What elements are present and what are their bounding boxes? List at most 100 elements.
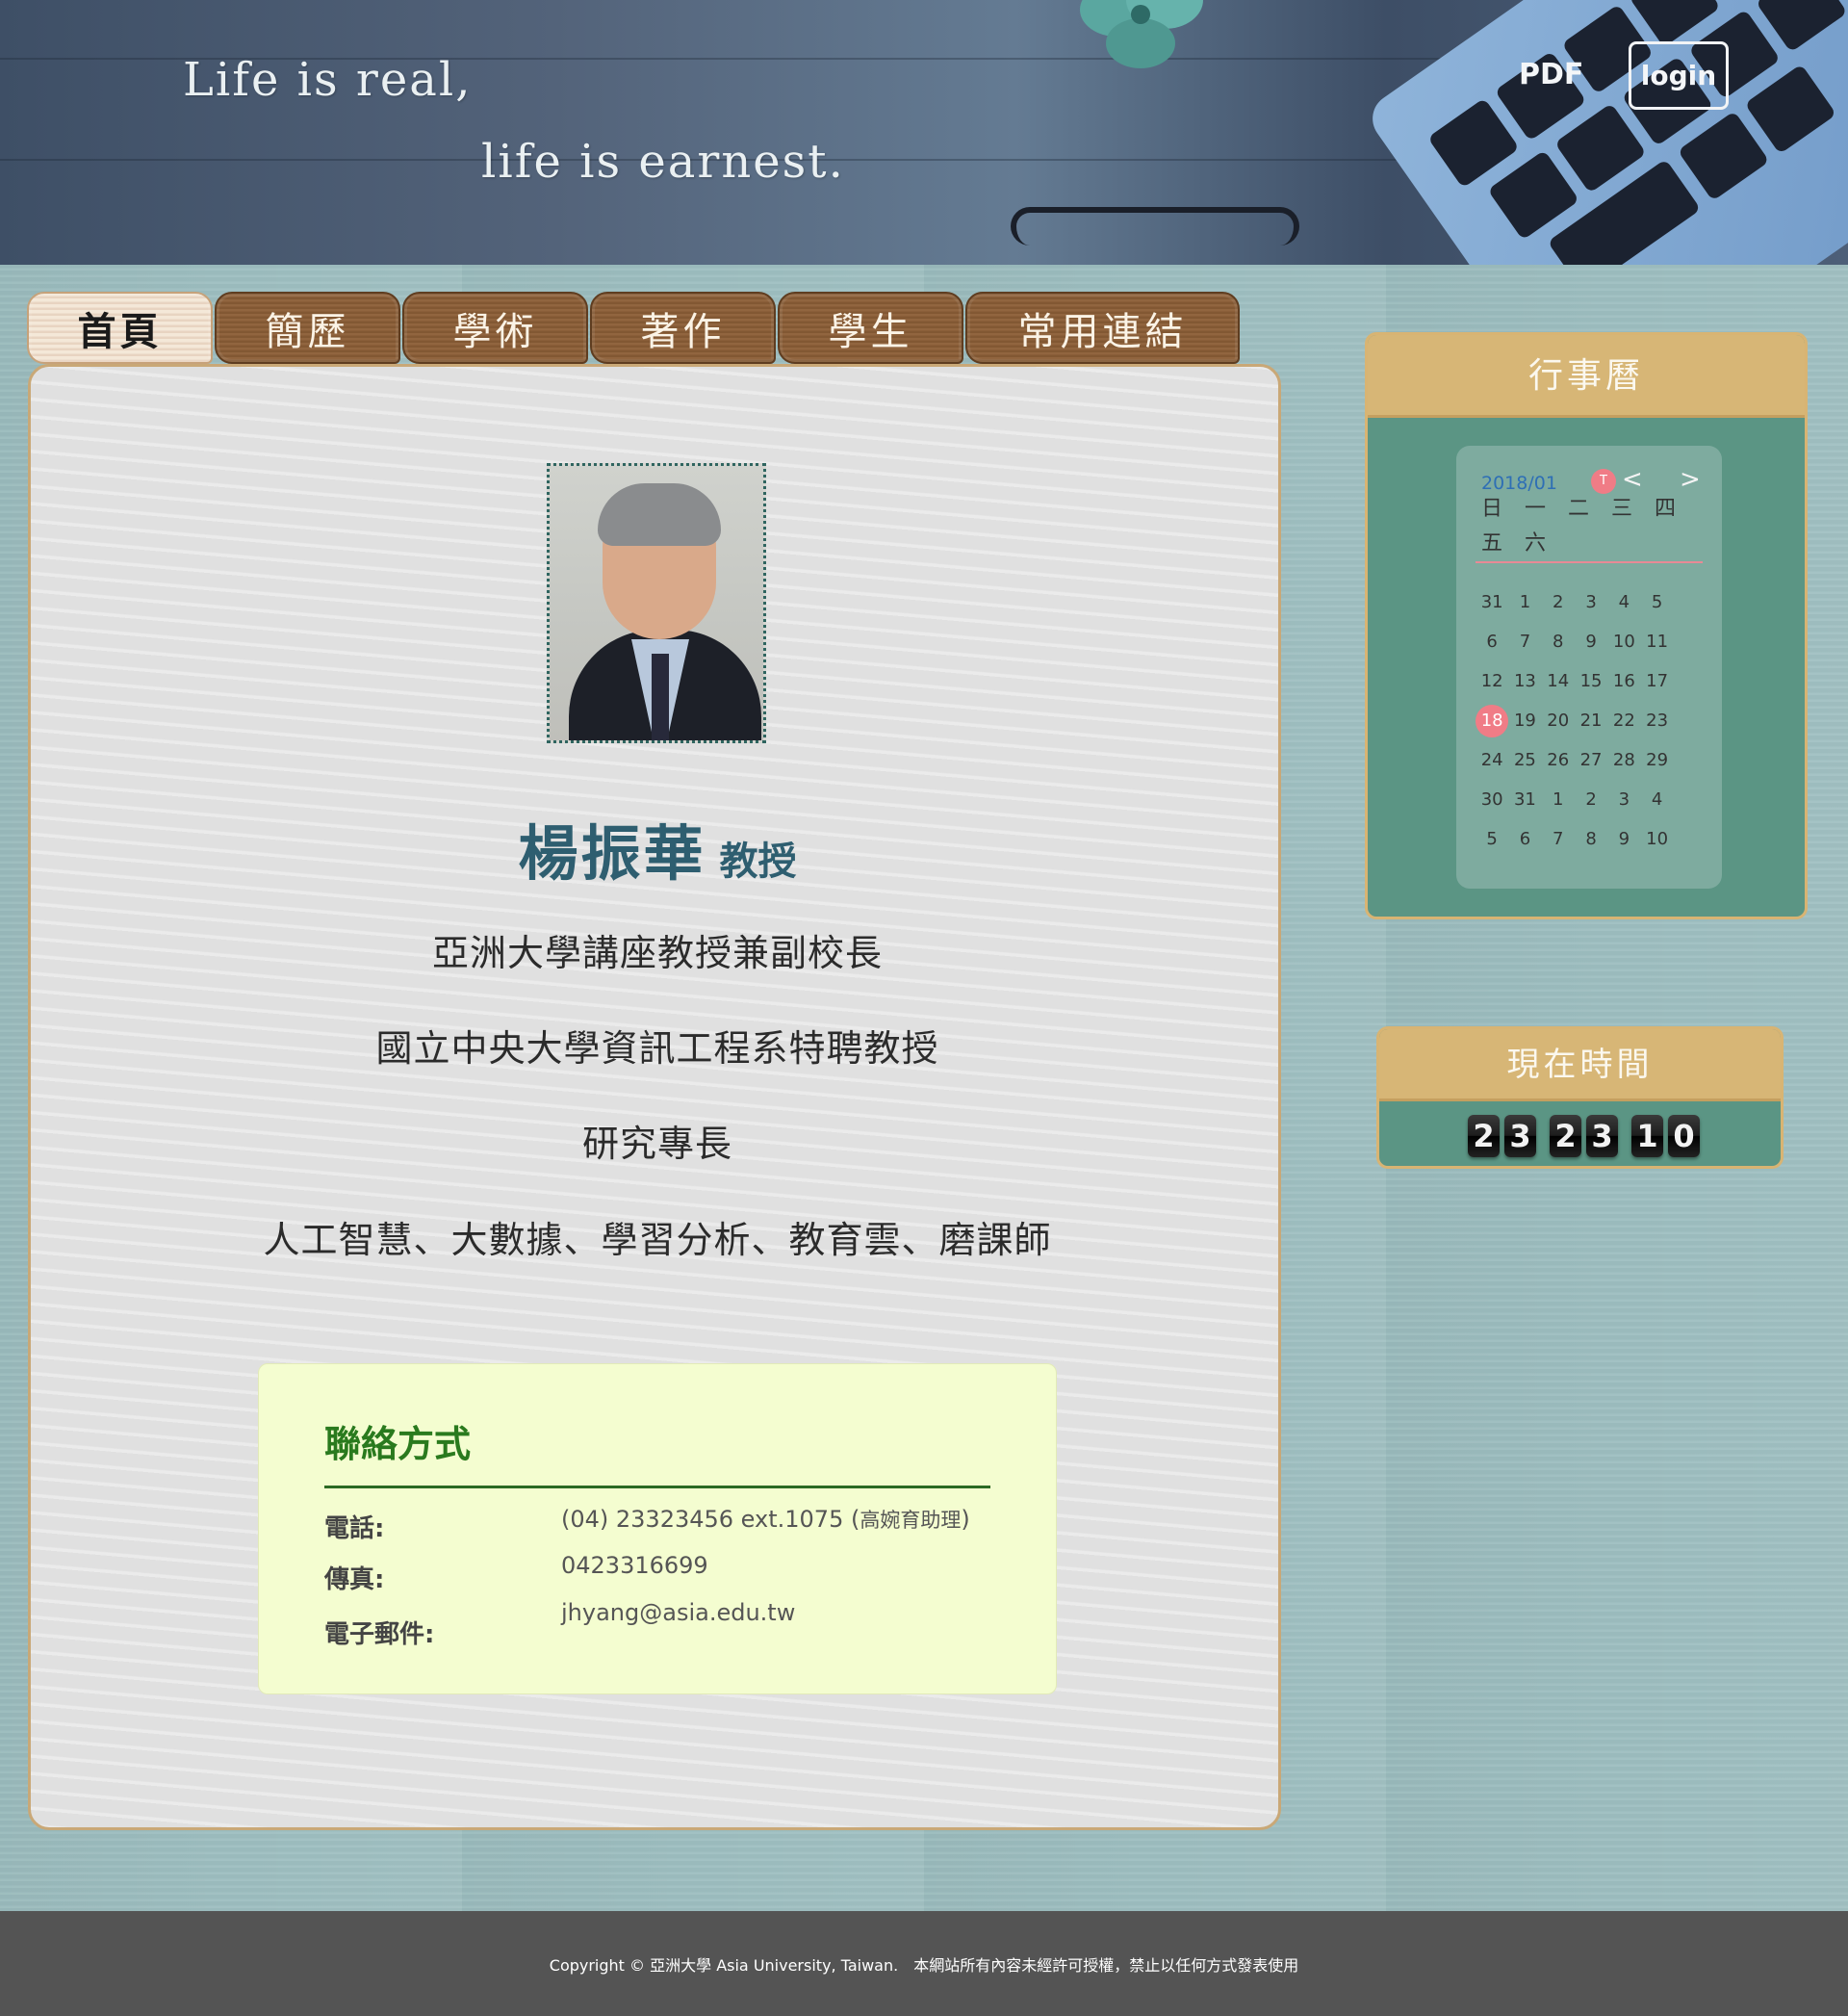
clock-display: 2 3 2 3 1 0 [1468,1115,1705,1157]
profile-name-line: 楊振華 教授 [31,805,1284,892]
calendar-day[interactable]: 9 [1607,823,1640,856]
calendar-day[interactable]: 30 [1476,784,1508,816]
phone-label: 電話: [324,1514,385,1543]
calendar-day[interactable]: 5 [1640,586,1673,619]
calendar-day[interactable]: 6 [1508,823,1541,856]
calendar-day[interactable]: 16 [1607,665,1640,698]
calendar-today-button[interactable]: T [1591,469,1616,494]
calendar-day[interactable]: 3 [1575,586,1607,619]
calendar-day[interactable]: 15 [1575,665,1607,698]
tab-home[interactable]: 首頁 [27,292,213,364]
calendar-day[interactable]: 8 [1575,823,1607,856]
clock-digit: 1 [1631,1115,1663,1157]
calendar-day[interactable]: 4 [1607,586,1640,619]
tab-publications[interactable]: 著作 [590,292,776,364]
calendar-day[interactable]: 23 [1640,705,1673,737]
calendar-day[interactable]: 25 [1508,744,1541,777]
pdf-link[interactable]: PDF [1519,58,1583,91]
header-banner: Life is real, life is earnest. PDF login [0,0,1848,265]
calendar-divider [1476,561,1703,563]
calendar-day[interactable]: 20 [1542,705,1575,737]
calendar-day[interactable]: 1 [1542,784,1575,816]
calendar-day[interactable]: 31 [1476,586,1508,619]
calendar-day[interactable]: 10 [1640,823,1673,856]
phone-close-paren: ) [961,1506,970,1533]
clock-widget: 現在時間 2 3 2 3 1 0 [1376,1026,1784,1169]
calendar-day[interactable]: 19 [1508,705,1541,737]
profile-name: 楊振華 [518,818,706,889]
expertise-heading: 研究專長 [581,1123,732,1165]
phone-number: (04) 23323456 ext.1075 ( [561,1506,860,1533]
profile-title: 教授 [719,840,797,884]
fax-value: 0423316699 [561,1552,708,1579]
footer-copyright: Copyright © 亞洲大學 Asia University, Taiwan… [549,1955,899,1975]
calendar-day[interactable]: 2 [1542,586,1575,619]
phone-value: (04) 23323456 ext.1075 (高婉育助理) [561,1505,970,1534]
calendar-day[interactable]: 12 [1476,665,1508,698]
calendar-week-row: 6 7 8 9 10 11 [1476,626,1707,665]
calendar-next-button[interactable]: > [1680,465,1701,494]
calendar-day[interactable]: 7 [1542,823,1575,856]
calendar-day[interactable]: 22 [1607,705,1640,737]
clock-digit: 2 [1468,1115,1500,1157]
contact-heading: 聯絡方式 [324,1423,472,1465]
login-button[interactable]: login [1629,41,1729,110]
profile-photo [547,463,766,743]
calendar-week-row: 5 6 7 8 9 10 [1476,823,1707,863]
pen-decoration [1011,207,1299,246]
position-secondary: 國立中央大學資訊工程系特聘教授 [375,1027,939,1070]
main-content-panel: 楊振華 教授 亞洲大學講座教授兼副校長 國立中央大學資訊工程系特聘教授 研究專長 … [28,364,1281,1830]
calendar-widget: 行事曆 2018/01 T < > 日 一 二 三 四 五 六 31 1 2 3 4 5 6… [1365,332,1808,919]
calendar-day[interactable]: 11 [1640,626,1673,659]
calendar-day[interactable]: 28 [1607,744,1640,777]
expertise-list: 人工智慧、大數據、學習分析、教育雲、磨課師 [263,1219,1052,1261]
calendar-week-row: 24 25 26 27 28 29 [1476,744,1707,784]
calendar-heading: 行事曆 [1368,335,1805,418]
calendar-day[interactable]: 14 [1542,665,1575,698]
calendar-grid: 31 1 2 3 4 5 6 7 8 9 10 11 12 13 14 15 16 17 18 19 20 21 22 23 2… [1476,586,1707,863]
calendar-body: 2018/01 T < > 日 一 二 三 四 五 六 31 1 2 3 4 5 6 7 8 9 1… [1456,446,1722,889]
calendar-day[interactable]: 17 [1640,665,1673,698]
footer-notice: 本網站所有內容未經許可授權，禁止以任何方式發表使用 [913,1955,1299,1975]
calendar-day[interactable]: 27 [1575,744,1607,777]
calendar-day[interactable]: 7 [1508,626,1541,659]
clock-digit: 0 [1668,1115,1700,1157]
calendar-day[interactable]: 9 [1575,626,1607,659]
calendar-day[interactable]: 13 [1508,665,1541,698]
calendar-day[interactable]: 18 [1476,705,1509,737]
calendar-week-row: 30 31 1 2 3 4 [1476,784,1707,823]
calendar-day[interactable]: 24 [1476,744,1508,777]
calendar-day[interactable]: 5 [1476,823,1508,856]
calendar-day[interactable]: 8 [1542,626,1575,659]
calendar-day[interactable]: 10 [1607,626,1640,659]
calendar-day[interactable]: 21 [1575,705,1607,737]
calendar-day[interactable]: 31 [1508,784,1541,816]
calendar-prev-button[interactable]: < [1622,465,1643,494]
calendar-day[interactable]: 2 [1575,784,1607,816]
calendar-day[interactable]: 1 [1508,586,1541,619]
footer: Copyright © 亞洲大學 Asia University, Taiwan… [0,1911,1848,2016]
tab-resume[interactable]: 簡歷 [215,292,400,364]
calendar-day[interactable]: 6 [1476,626,1508,659]
tab-links[interactable]: 常用連結 [965,292,1240,364]
tab-academic[interactable]: 學術 [402,292,588,364]
calendar-day[interactable]: 29 [1640,744,1673,777]
contact-divider [324,1486,990,1488]
calendar-month: 2018/01 [1481,473,1557,494]
calendar-week-row: 31 1 2 3 4 5 [1476,586,1707,626]
motto-line-1: Life is real, [183,53,473,107]
clock-heading: 現在時間 [1379,1029,1781,1101]
keyboard-decoration [1362,0,1848,265]
phone-assistant: 高婉育助理 [860,1509,962,1532]
contact-box: 聯絡方式 電話: (04) 23323456 ext.1075 (高婉育助理) … [258,1363,1057,1694]
fax-label: 傳真: [324,1565,385,1594]
clock-digit: 2 [1550,1115,1581,1157]
clock-digit: 3 [1586,1115,1618,1157]
calendar-weekdays: 日 一 二 三 四 五 六 [1481,497,1683,556]
calendar-day[interactable]: 3 [1607,784,1640,816]
tab-students[interactable]: 學生 [778,292,963,364]
calendar-day[interactable]: 4 [1640,784,1673,816]
calendar-week-row: 12 13 14 15 16 17 [1476,665,1707,705]
email-value[interactable]: jhyang@asia.edu.tw [561,1599,795,1626]
calendar-day[interactable]: 26 [1542,744,1575,777]
